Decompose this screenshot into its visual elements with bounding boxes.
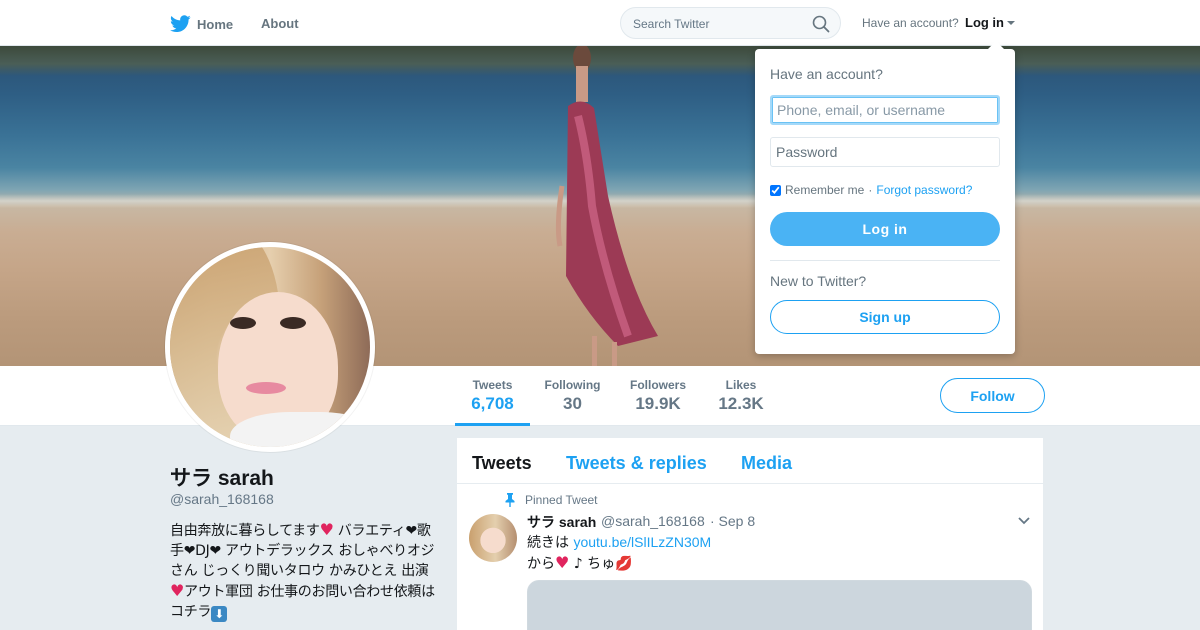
avatar-eye [280, 317, 306, 329]
top-navigation-bar: Home About Have an account? Log in [0, 0, 1200, 46]
signup-button[interactable]: Sign up [770, 300, 1000, 334]
tweet-text-segment: から [527, 556, 555, 572]
profile-handle[interactable]: @sarah_168168 [170, 491, 274, 507]
search-box[interactable] [620, 7, 841, 39]
avatar-eye [230, 317, 256, 329]
stat-value: 19.9K [635, 394, 681, 413]
chevron-down-icon[interactable] [1017, 516, 1031, 526]
profile-bio: 自由奔放に暮らしてます♥ バラエティ❤歌手❤DJ❤ アウトデラックス おしゃべり… [170, 520, 436, 622]
caret-down-icon [1007, 21, 1015, 25]
search-icon[interactable] [812, 15, 830, 33]
tweet-text-segment: 続きは [527, 535, 574, 551]
stat-value: 6,708 [471, 394, 514, 413]
stat-label: Tweets [472, 378, 513, 392]
profile-name[interactable]: サラ sarah [170, 462, 274, 492]
stat-followers[interactable]: Followers 19.9K [625, 366, 691, 426]
down-arrow-icon: ⬇ [211, 606, 228, 622]
login-toggle-label: Log in [965, 15, 1004, 30]
timeline: Tweets Tweets & replies Media Pinned Twe… [456, 437, 1044, 630]
tweet-date[interactable]: · Sep 8 [710, 513, 755, 529]
about-link[interactable]: About [261, 16, 299, 31]
forgot-password-link[interactable]: Forgot password? [876, 183, 972, 197]
login-dropdown: Have an account? Remember me · Forgot pa… [755, 49, 1015, 354]
tab-tweets-and-replies[interactable]: Tweets & replies [566, 453, 707, 474]
login-button[interactable]: Log in [770, 212, 1000, 246]
tweet-avatar[interactable] [469, 514, 517, 562]
stat-likes[interactable]: Likes 12.3K [712, 366, 770, 426]
kiss-lips-icon: 💋 [615, 556, 633, 572]
tweet-author-handle[interactable]: @sarah_168168 [601, 513, 705, 529]
follow-button[interactable]: Follow [940, 378, 1045, 413]
username-field[interactable] [770, 95, 1000, 125]
bio-text: バラエティ [333, 523, 406, 539]
timeline-tabs: Tweets Tweets & replies Media [457, 438, 1043, 484]
password-field[interactable] [770, 137, 1000, 167]
stat-value: 30 [563, 394, 582, 413]
tweet-link[interactable]: youtu.be/lSlILzZN30M [573, 534, 711, 550]
profile-avatar[interactable] [165, 242, 375, 452]
avatar-lips [246, 382, 286, 394]
bio-text: アウト軍団 お仕事のお問い合わせ依頼はコチラ [170, 584, 435, 620]
home-label: Home [197, 16, 234, 32]
home-link[interactable]: Home [170, 13, 233, 35]
avatar-shirt [230, 412, 370, 447]
tab-tweets[interactable]: Tweets [472, 453, 532, 474]
tab-media[interactable]: Media [741, 453, 792, 474]
tweet-text: 続きは youtu.be/lSlILzZN30M から♥ ♪ ちゅ💋 [527, 532, 711, 574]
tweet-text-segment: ♪ ちゅ [569, 556, 616, 572]
separator: · [868, 183, 873, 197]
new-to-twitter-text: New to Twitter? [770, 273, 867, 289]
heart-icon: ♥ [319, 520, 334, 539]
heart-icon: ♥ [555, 553, 570, 572]
heart-icon: ♥ [170, 581, 185, 600]
stat-following[interactable]: Following 30 [540, 366, 605, 426]
stat-value: 12.3K [718, 394, 764, 413]
pinned-tweet-label: Pinned Tweet [525, 493, 598, 507]
remember-me-checkbox[interactable] [770, 184, 781, 196]
stat-label: Following [544, 378, 601, 392]
twitter-bird-icon [170, 15, 191, 33]
pin-icon [505, 493, 515, 507]
login-dropdown-toggle[interactable]: Log in [965, 15, 1015, 30]
dropdown-caret [988, 41, 1004, 49]
dropdown-title: Have an account? [770, 66, 883, 82]
tweet-author-name[interactable]: サラ sarah [527, 512, 596, 532]
search-input[interactable] [633, 15, 803, 33]
avatar-image [170, 247, 370, 447]
bio-text: 自由奔放に暮らしてます [170, 523, 320, 539]
tweet-media[interactable] [527, 580, 1032, 630]
banner-figure [555, 46, 658, 366]
stat-label: Followers [629, 378, 686, 392]
divider [770, 260, 1000, 261]
stat-tweets[interactable]: Tweets 6,708 [455, 366, 530, 426]
stat-label: Likes [725, 378, 757, 392]
have-account-text: Have an account? [862, 16, 959, 30]
remember-me-label: Remember me [785, 183, 865, 197]
remember-me-row: Remember me · Forgot password? [770, 183, 972, 197]
